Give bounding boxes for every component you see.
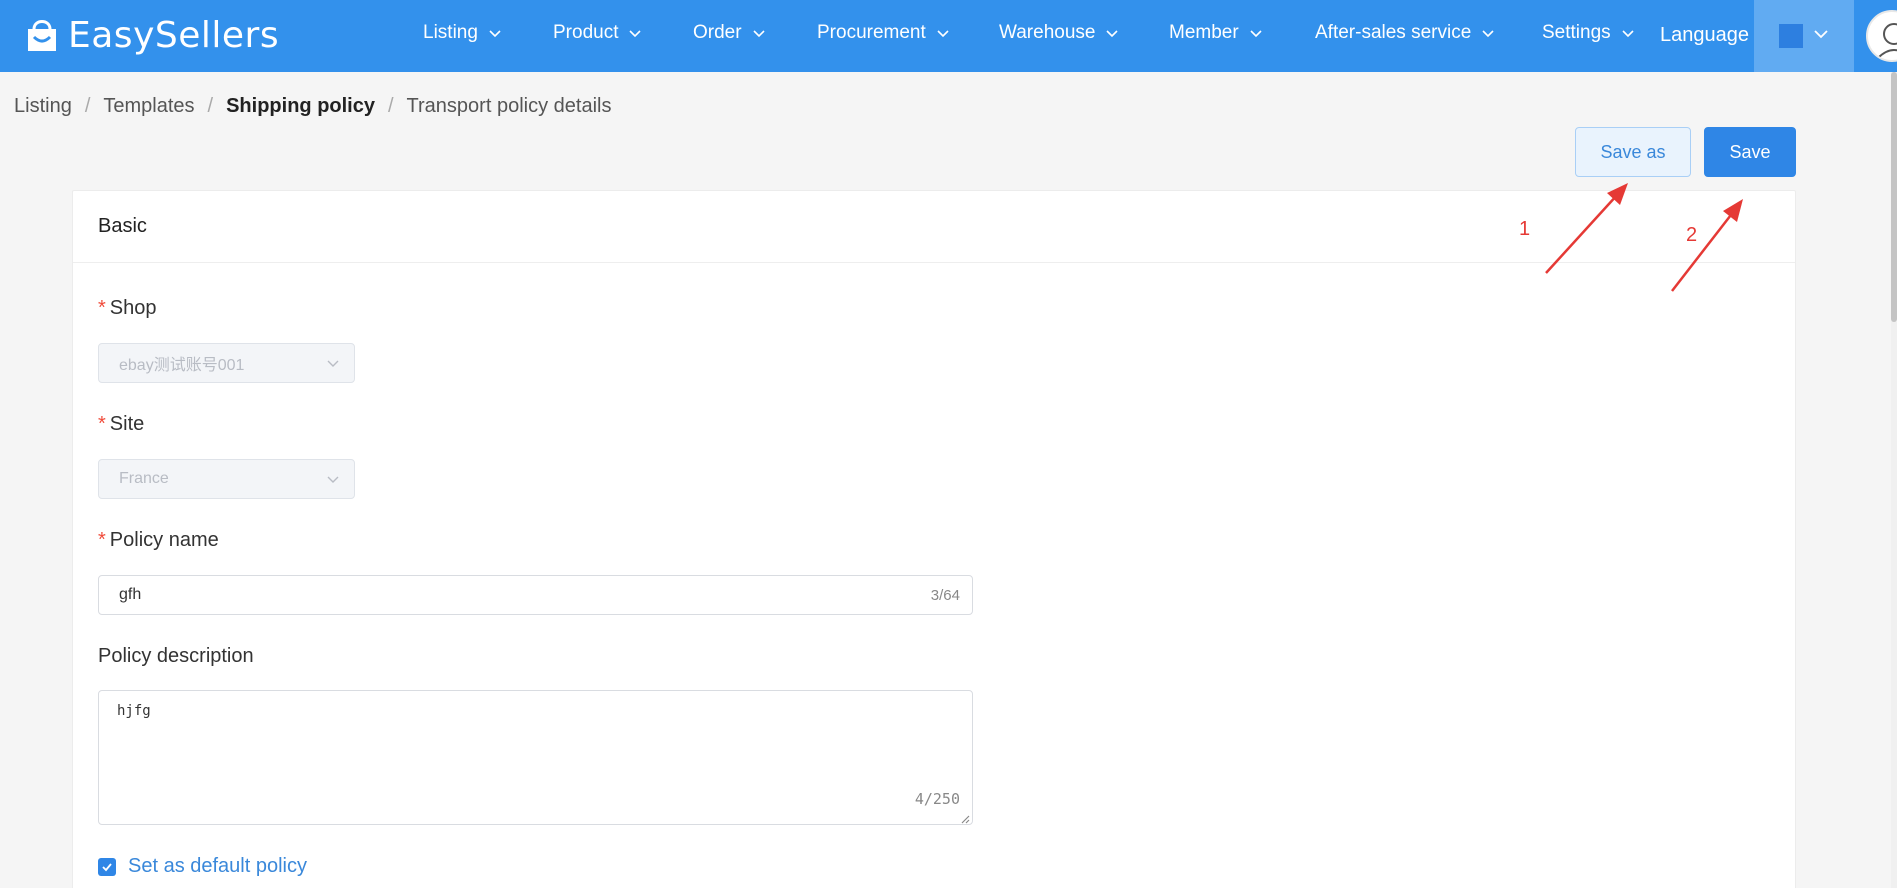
policy-name-label-text: Policy name bbox=[109, 529, 219, 551]
nav-label: Product bbox=[553, 22, 619, 43]
default-policy-label: Set as default policy bbox=[128, 855, 307, 877]
nav-warehouse[interactable]: Warehouse bbox=[999, 0, 1119, 66]
save-as-button[interactable]: Save as bbox=[1575, 127, 1691, 177]
account-color-icon bbox=[1779, 24, 1803, 48]
chevron-down-icon bbox=[628, 26, 642, 40]
logo-text: EasySellers bbox=[68, 14, 280, 56]
policy-name-input[interactable]: gfh 3/64 bbox=[98, 575, 973, 615]
save-button[interactable]: Save bbox=[1704, 127, 1796, 177]
annotation-number-1: 1 bbox=[1519, 218, 1531, 240]
chevron-down-icon bbox=[488, 26, 502, 40]
nav-label: Procurement bbox=[817, 22, 926, 43]
required-marker: * bbox=[98, 413, 106, 435]
nav-label: Listing bbox=[423, 22, 478, 43]
chevron-down-icon bbox=[1105, 26, 1119, 40]
section-title: Basic bbox=[73, 191, 1795, 263]
site-select[interactable]: France bbox=[98, 459, 355, 499]
logo-bag-icon bbox=[22, 15, 62, 55]
shop-label-text: Shop bbox=[109, 297, 157, 319]
breadcrumb-transport-policy-details: Transport policy details bbox=[406, 94, 612, 117]
nav-label: Warehouse bbox=[999, 22, 1096, 43]
policy-description-textarea[interactable]: hjfg 4/250 bbox=[98, 690, 973, 825]
shop-select[interactable]: ebay测试账号001 bbox=[98, 343, 355, 383]
nav-procurement[interactable]: Procurement bbox=[817, 0, 950, 66]
breadcrumb-listing[interactable]: Listing bbox=[14, 95, 72, 118]
chevron-down-icon bbox=[1621, 26, 1635, 40]
nav-listing[interactable]: Listing bbox=[423, 0, 502, 66]
breadcrumb-shipping-policy[interactable]: Shipping policy bbox=[226, 95, 375, 118]
nav-label: Member bbox=[1169, 22, 1239, 43]
chevron-down-icon bbox=[326, 473, 340, 487]
chevron-down-icon bbox=[1813, 26, 1829, 47]
site-label: * Site bbox=[98, 413, 144, 436]
policy-name-char-count: 3/64 bbox=[930, 586, 960, 604]
policy-description-value: hjfg bbox=[117, 703, 151, 719]
page-scrollbar[interactable] bbox=[1891, 72, 1897, 888]
nav-after-sales-service[interactable]: After-sales service bbox=[1315, 0, 1495, 66]
chevron-down-icon bbox=[752, 26, 766, 40]
breadcrumb-templates[interactable]: Templates bbox=[103, 95, 194, 118]
chevron-down-icon bbox=[326, 357, 340, 371]
policy-description-label: Policy description bbox=[98, 645, 254, 667]
shop-select-value: ebay测试账号001 bbox=[119, 357, 245, 374]
basic-section-card: Basic * Shop ebay测试账号001 * Site France * Po… bbox=[72, 190, 1796, 888]
nav-member[interactable]: Member bbox=[1169, 0, 1263, 66]
breadcrumb-separator: / bbox=[207, 94, 214, 117]
policy-description-char-count: 4/250 bbox=[914, 790, 960, 808]
site-label-text: Site bbox=[109, 413, 145, 435]
nav-label: Order bbox=[693, 22, 742, 43]
breadcrumb-separator: / bbox=[84, 94, 91, 117]
checkbox-checked-icon[interactable] bbox=[98, 857, 116, 876]
avatar[interactable] bbox=[1866, 10, 1897, 62]
nav-order[interactable]: Order bbox=[693, 0, 766, 66]
chevron-down-icon bbox=[936, 26, 950, 40]
breadcrumb-separator: / bbox=[387, 94, 394, 117]
nav-label: After-sales service bbox=[1315, 22, 1472, 43]
chevron-down-icon bbox=[1249, 26, 1263, 40]
account-menu-button[interactable] bbox=[1754, 0, 1854, 72]
top-navigation-bar: EasySellers Listing Product Order Procur… bbox=[0, 0, 1897, 72]
policy-name-value: gfh bbox=[119, 586, 142, 603]
language-selector[interactable]: Language bbox=[1660, 0, 1749, 70]
policy-name-label: * Policy name bbox=[98, 529, 219, 552]
annotation-number-2: 2 bbox=[1686, 224, 1698, 246]
default-policy-checkbox-row[interactable]: Set as default policy bbox=[98, 855, 307, 878]
scrollbar-thumb[interactable] bbox=[1891, 72, 1897, 322]
nav-product[interactable]: Product bbox=[553, 0, 642, 66]
easysellers-logo[interactable]: EasySellers bbox=[22, 10, 279, 60]
nav-settings[interactable]: Settings bbox=[1542, 0, 1635, 66]
required-marker: * bbox=[98, 529, 106, 551]
nav-label: Settings bbox=[1542, 22, 1611, 43]
shop-label: * Shop bbox=[98, 297, 157, 320]
chevron-down-icon bbox=[1481, 26, 1495, 40]
resize-handle-icon[interactable] bbox=[960, 812, 970, 824]
required-marker: * bbox=[98, 297, 106, 319]
site-select-value: France bbox=[119, 470, 169, 487]
breadcrumb: Listing / Templates / Shipping policy / … bbox=[14, 92, 611, 120]
